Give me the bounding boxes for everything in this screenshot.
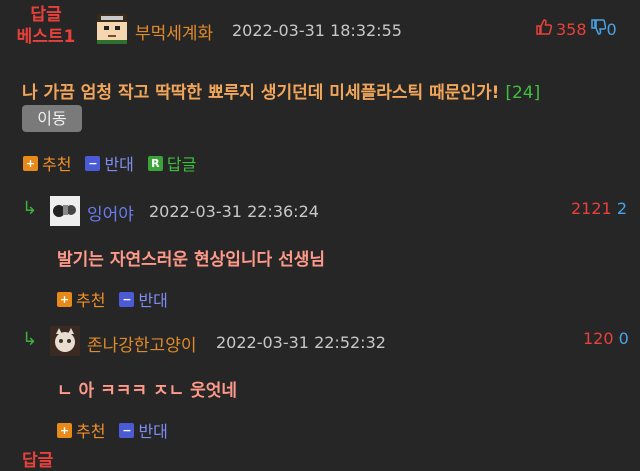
plus-square-icon: + xyxy=(57,422,72,438)
upvote-label: 추천 xyxy=(76,291,106,310)
r-square-icon: R xyxy=(147,155,163,171)
author-avatar[interactable] xyxy=(97,14,127,44)
post-title-text: 나 가끔 엄청 작고 딱딱한 뾰루지 생기던데 미세플라스틱 때문인가! xyxy=(22,83,500,103)
comment-text: ㄴ 아 ㅋㅋㅋ ㅈㄴ 웃엇네 xyxy=(57,381,238,401)
upvote-button[interactable]: + 추천 xyxy=(57,287,105,311)
comment-timestamp: 2022-03-31 22:36:24 xyxy=(149,202,319,221)
upvote-button[interactable]: + 추천 xyxy=(57,418,105,442)
post-timestamp: 2022-03-31 18:32:55 xyxy=(232,21,402,40)
plus-square-icon: + xyxy=(23,155,38,171)
minus-square-icon: − xyxy=(85,155,101,171)
downvote-button[interactable]: − 반대 xyxy=(119,418,168,442)
best-reply-badge: 답글 베스트1 xyxy=(0,4,92,48)
upvote-label: 추천 xyxy=(42,155,72,174)
reply-button[interactable]: R 답글 xyxy=(147,151,197,175)
downvote-label: 반대 xyxy=(104,155,134,174)
downvote-label: 반대 xyxy=(138,422,168,441)
comment-count: [24] xyxy=(505,83,541,103)
upvote-label: 추천 xyxy=(76,422,106,441)
next-best-label-text: 답글 xyxy=(22,451,54,471)
minus-square-icon: − xyxy=(119,291,135,307)
comment-score: 2121 2 xyxy=(571,199,627,218)
thumbs-down-icon[interactable] xyxy=(590,18,606,40)
post-author-name[interactable]: 부먹세계화 xyxy=(135,19,213,44)
plus-square-icon: + xyxy=(57,291,72,307)
post-up-count: 358 xyxy=(556,19,587,39)
downvote-button[interactable]: − 반대 xyxy=(119,287,168,311)
comment-avatar[interactable] xyxy=(50,196,80,226)
post-title[interactable]: 나 가끔 엄청 작고 딱딱한 뾰루지 생기던데 미세플라스틱 때문인가! [24… xyxy=(22,78,540,103)
comment-up-count: 120 xyxy=(583,329,614,348)
move-button[interactable]: 이동 xyxy=(22,105,82,132)
comment-author-name[interactable]: 잉어야 xyxy=(87,200,134,225)
comment-text: 발기는 자연스러운 현상입니다 선생님 xyxy=(57,250,325,270)
downvote-button[interactable]: − 반대 xyxy=(85,151,134,175)
pixel-face-icon xyxy=(97,14,127,44)
comment-score: 120 0 xyxy=(583,329,629,348)
reply-label: 답글 xyxy=(166,155,197,174)
best-label-line2: 베스트1 xyxy=(16,27,76,47)
next-best-label: 답글 xyxy=(22,453,53,470)
post-down-count: 0 xyxy=(606,19,617,39)
comment-actions: + 추천 − 반대 xyxy=(57,418,168,442)
comment-actions: + 추천 − 반대 xyxy=(57,287,168,311)
reply-arrow-icon: ↳ xyxy=(22,198,38,219)
minus-square-icon: − xyxy=(119,422,135,438)
post-vote-summary: 358 0 xyxy=(535,18,617,40)
comment-avatar[interactable] xyxy=(50,326,80,356)
cartoon-avatar-icon xyxy=(50,196,80,226)
comment-timestamp: 2022-03-31 22:52:32 xyxy=(216,333,386,352)
comment-down-count: 0 xyxy=(618,329,629,348)
reply-arrow-icon: ↳ xyxy=(22,329,38,350)
comment-author-name[interactable]: 존나강한고양이 xyxy=(87,331,196,356)
cat-photo-icon xyxy=(50,326,80,356)
upvote-button[interactable]: + 추천 xyxy=(23,151,71,175)
thumbs-up-icon[interactable] xyxy=(535,18,553,40)
best-label-line1: 답글 xyxy=(30,5,62,25)
downvote-label: 반대 xyxy=(138,291,168,310)
comment-up-count: 2121 xyxy=(571,199,612,218)
comment-down-count: 2 xyxy=(616,199,627,218)
post-actions: + 추천 − 반대 R 답글 xyxy=(23,151,196,175)
